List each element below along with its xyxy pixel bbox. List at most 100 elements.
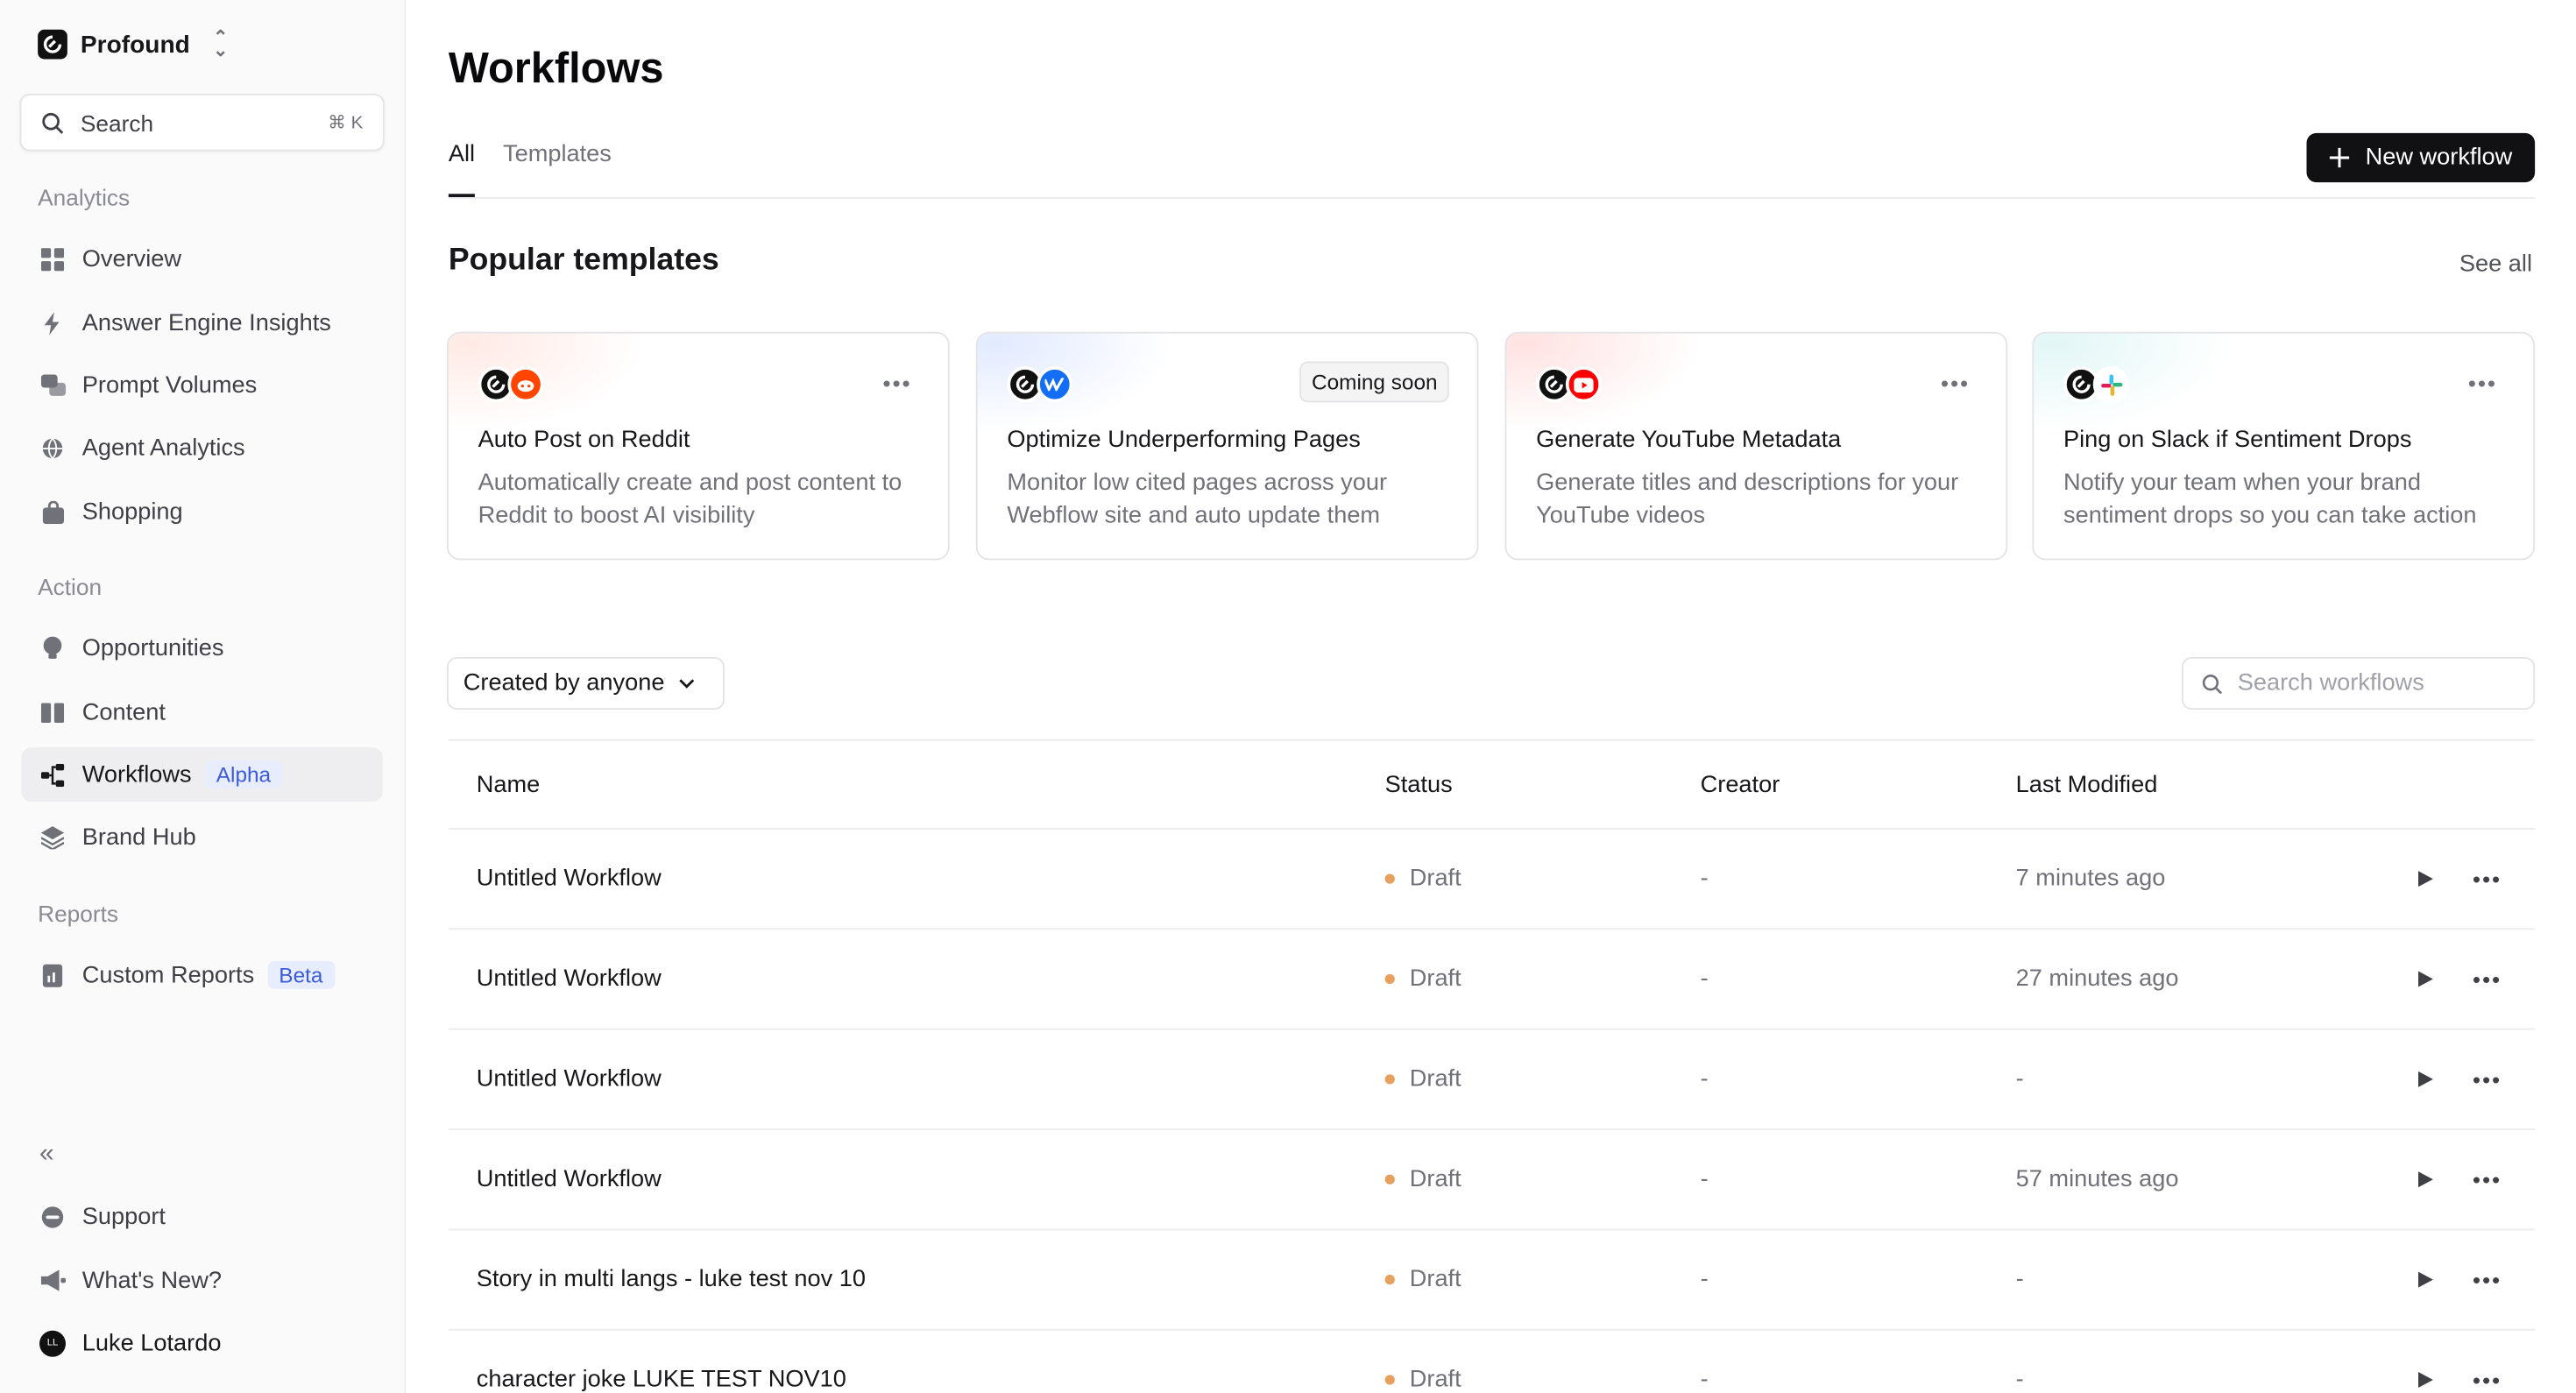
- workflow-name[interactable]: Untitled Workflow: [477, 1030, 662, 1129]
- whats-new-link[interactable]: What's New?: [21, 1254, 383, 1308]
- card-more-menu-icon[interactable]: •••: [1941, 370, 1970, 396]
- table-row[interactable]: Untitled Workflow Draft - 7 minutes ago •••: [448, 830, 2536, 930]
- column-last-modified[interactable]: Last Modified: [2016, 741, 2158, 828]
- last-modified-cell: 57 minutes ago: [2015, 1166, 2179, 1193]
- card-title: Auto Post on Reddit: [478, 427, 690, 454]
- search-label: Search: [80, 109, 154, 136]
- status-text: Draft: [1409, 1065, 1461, 1092]
- status-dot: [1384, 1275, 1395, 1285]
- column-status[interactable]: Status: [1385, 741, 1453, 828]
- column-name[interactable]: Name: [477, 741, 541, 828]
- status-text: Draft: [1409, 1266, 1461, 1293]
- tab-templates[interactable]: Templates: [503, 141, 612, 197]
- card-more-menu-icon[interactable]: •••: [2468, 370, 2497, 396]
- workflows-table: Name Status Creator Last Modified Untitl…: [448, 739, 2536, 1393]
- creator-cell: -: [1700, 1065, 1709, 1092]
- search-icon: [2202, 674, 2223, 694]
- row-more-menu-icon[interactable]: •••: [2473, 930, 2502, 1029]
- row-more-menu-icon[interactable]: •••: [2473, 1030, 2502, 1129]
- sidebar-item-label: Opportunities: [81, 634, 224, 661]
- run-workflow-button[interactable]: [2417, 1130, 2435, 1229]
- template-card-slack[interactable]: ••• Ping on Slack if Sentiment Drops Not…: [2032, 331, 2536, 561]
- status-badge: Draft: [1384, 830, 1461, 929]
- user-menu[interactable]: LL Luke Lotardo: [21, 1316, 383, 1370]
- search-workflows-placeholder: Search workflows: [2237, 670, 2424, 696]
- reddit-icon: [507, 366, 544, 403]
- search-shortcut: ⌘ K: [328, 113, 364, 133]
- created-by-dropdown[interactable]: Created by anyone: [447, 657, 725, 710]
- template-card-youtube[interactable]: ••• Generate YouTube Metadata Generate t…: [1504, 331, 2008, 561]
- play-icon: [2418, 1372, 2433, 1388]
- sidebar-item-agent-analytics[interactable]: Agent Analytics: [21, 421, 383, 475]
- sidebar-item-content[interactable]: Content: [21, 685, 383, 739]
- status-badge: Draft: [1384, 930, 1461, 1029]
- section-analytics: Analytics: [38, 184, 131, 210]
- status-dot: [1384, 973, 1395, 985]
- collapse-sidebar-button[interactable]: «: [21, 1127, 383, 1181]
- search-workflows-input[interactable]: Search workflows: [2182, 657, 2536, 710]
- workflow-name[interactable]: Story in multi langs - luke test nov 10: [477, 1230, 866, 1329]
- last-modified-cell: 7 minutes ago: [2015, 866, 2166, 893]
- support-link[interactable]: Support: [21, 1190, 383, 1244]
- lightbulb-icon: [39, 635, 66, 661]
- template-card-webflow[interactable]: Coming soon Optimize Underperforming Pag…: [975, 331, 1479, 561]
- row-more-menu-icon[interactable]: •••: [2473, 1331, 2502, 1393]
- template-card-reddit[interactable]: ••• Auto Post on Reddit Automatically cr…: [447, 331, 950, 561]
- table-row[interactable]: character joke LUKE TEST NOV10 Draft - - •••: [449, 1331, 2535, 1393]
- workflow-name[interactable]: character joke LUKE TEST NOV10: [477, 1331, 846, 1393]
- book-icon: [39, 699, 66, 725]
- avatar: LL: [39, 1329, 66, 1356]
- table-row[interactable]: Untitled Workflow Draft - 57 minutes ago •••: [448, 1130, 2536, 1231]
- card-more-menu-icon[interactable]: •••: [882, 370, 911, 396]
- chevrons-left-icon: «: [39, 1139, 54, 1168]
- sidebar-item-answer-engine-insights[interactable]: Answer Engine Insights: [21, 296, 383, 350]
- table-row[interactable]: Story in multi langs - luke test nov 10 D…: [448, 1230, 2536, 1331]
- chevron-updown-icon: ⌃ ⌄: [213, 27, 229, 61]
- card-logos: [1007, 366, 1073, 403]
- run-workflow-button[interactable]: [2417, 1030, 2435, 1129]
- creator-cell: -: [1700, 965, 1709, 993]
- sidebar-item-workflows[interactable]: Workflows Alpha: [21, 747, 383, 802]
- chat-icon: [39, 372, 66, 399]
- popular-templates-heading: Popular templates: [448, 243, 719, 278]
- sidebar-item-label: Custom Reports: [81, 961, 255, 988]
- slack-icon: [2092, 366, 2129, 403]
- table-row[interactable]: Untitled Workflow Draft - - •••: [448, 1030, 2536, 1130]
- status-text: Draft: [1409, 866, 1461, 893]
- sidebar-search[interactable]: Search ⌘ K: [19, 93, 385, 152]
- creator-cell: -: [1700, 866, 1709, 893]
- workflow-name[interactable]: Untitled Workflow: [477, 1130, 662, 1229]
- tab-all[interactable]: All: [448, 141, 476, 197]
- run-workflow-button[interactable]: [2417, 1331, 2435, 1393]
- layers-icon: [39, 824, 66, 850]
- new-workflow-button[interactable]: New workflow: [2306, 132, 2536, 183]
- sidebar-item-custom-reports[interactable]: Custom Reports Beta: [21, 948, 383, 1002]
- see-all-link[interactable]: See all: [2459, 251, 2532, 278]
- row-more-menu-icon[interactable]: •••: [2473, 1230, 2502, 1329]
- row-more-menu-icon[interactable]: •••: [2473, 1130, 2502, 1229]
- sidebar-item-shopping[interactable]: Shopping: [21, 484, 383, 539]
- sidebar-item-overview[interactable]: Overview: [21, 231, 383, 286]
- lightning-icon: [39, 309, 66, 336]
- row-more-menu-icon[interactable]: •••: [2473, 830, 2502, 929]
- last-modified-cell: -: [2015, 1065, 2024, 1092]
- sidebar-item-label: Agent Analytics: [81, 434, 245, 461]
- table-row[interactable]: Untitled Workflow Draft - 27 minutes ago •••: [448, 930, 2536, 1030]
- run-workflow-button[interactable]: [2417, 830, 2435, 929]
- status-dot: [1384, 1074, 1395, 1085]
- card-title: Optimize Underperforming Pages: [1007, 427, 1361, 454]
- org-switcher[interactable]: Profound ⌃ ⌄: [38, 27, 229, 61]
- user-name: Luke Lotardo: [81, 1329, 222, 1356]
- workflow-name[interactable]: Untitled Workflow: [477, 930, 662, 1029]
- workflow-name[interactable]: Untitled Workflow: [477, 830, 662, 929]
- sidebar-item-opportunities[interactable]: Opportunities: [21, 621, 383, 675]
- status-badge: Draft: [1384, 1030, 1461, 1129]
- run-workflow-button[interactable]: [2417, 1230, 2435, 1329]
- sidebar-item-prompt-volumes[interactable]: Prompt Volumes: [21, 358, 383, 413]
- support-icon: [39, 1203, 66, 1229]
- column-creator[interactable]: Creator: [1701, 741, 1780, 828]
- card-description: Generate titles and descriptions for you…: [1536, 470, 1959, 529]
- bag-icon: [39, 499, 66, 525]
- sidebar-item-brand-hub[interactable]: Brand Hub: [21, 810, 383, 864]
- run-workflow-button[interactable]: [2417, 930, 2435, 1029]
